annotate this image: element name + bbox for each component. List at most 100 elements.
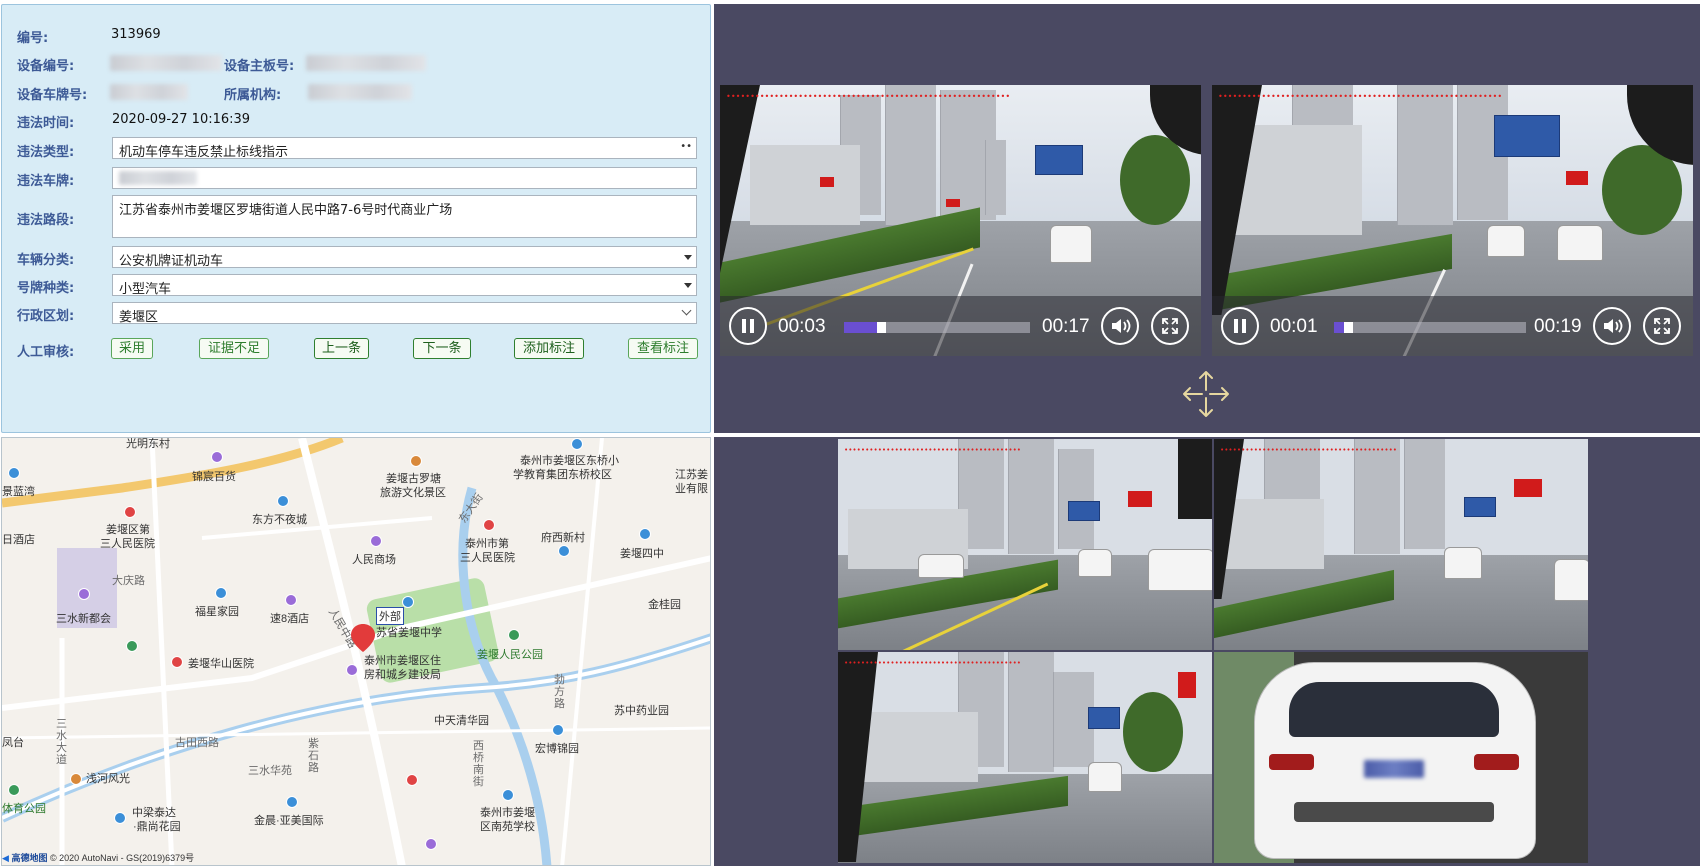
map-label: 凤台 bbox=[2, 737, 24, 749]
road bbox=[2, 726, 710, 740]
map-road-label: 大庆路 bbox=[112, 575, 145, 587]
evidence-photo-closeup[interactable] bbox=[1214, 652, 1588, 863]
type-select[interactable]: 机动车停车违反禁止标线指示 •• bbox=[112, 137, 697, 160]
add-mark-button[interactable]: 添加标注 bbox=[514, 338, 584, 359]
fullscreen-button[interactable] bbox=[1151, 307, 1189, 345]
white-car bbox=[1487, 225, 1525, 257]
amap-logo-text: 高德地图 bbox=[11, 853, 48, 863]
org-redacted bbox=[308, 84, 412, 100]
move-arrows-icon[interactable] bbox=[1178, 366, 1234, 422]
map-label: 金桂园 bbox=[648, 599, 681, 611]
map-road-label: 三水华苑 bbox=[248, 765, 292, 777]
poi-icon[interactable] bbox=[502, 789, 514, 801]
poi-icon[interactable] bbox=[171, 656, 183, 668]
poi-icon[interactable] bbox=[410, 455, 422, 467]
district-select[interactable]: 姜堰区 bbox=[112, 302, 697, 325]
map-label: ·鼎尚花园 bbox=[133, 821, 181, 833]
poi-icon[interactable] bbox=[639, 528, 651, 540]
plate-input[interactable] bbox=[112, 167, 697, 189]
duration: 00:17 bbox=[1042, 316, 1090, 337]
next-button[interactable]: 下一条 bbox=[413, 338, 471, 359]
flag bbox=[946, 199, 960, 207]
current-time: 00:03 bbox=[778, 316, 826, 337]
flag bbox=[1566, 171, 1588, 185]
map-label: 业有限 bbox=[675, 483, 708, 495]
chevron-down-icon bbox=[681, 305, 692, 316]
flag bbox=[1178, 672, 1196, 698]
a-pillar bbox=[1178, 439, 1212, 519]
white-car bbox=[1554, 559, 1588, 601]
type-select-value: 机动车停车违反禁止标线指示 bbox=[119, 145, 289, 160]
fullscreen-icon bbox=[1162, 318, 1178, 334]
rear-window bbox=[1289, 682, 1499, 737]
device-no-redacted bbox=[110, 55, 222, 71]
poi-icon[interactable] bbox=[286, 796, 298, 808]
prev-button[interactable]: 上一条 bbox=[314, 338, 369, 359]
map-label: 旅游文化景区 bbox=[380, 487, 446, 499]
poi-icon[interactable] bbox=[124, 506, 136, 518]
poi-icon[interactable] bbox=[402, 596, 414, 608]
view-mark-button[interactable]: 查看标注 bbox=[628, 338, 698, 359]
insufficient-evidence-button[interactable]: 证据不足 bbox=[199, 338, 269, 359]
poi-icon[interactable] bbox=[370, 535, 382, 547]
poi-icon[interactable] bbox=[508, 629, 520, 641]
poi-icon[interactable] bbox=[211, 451, 223, 463]
plate-type-label: 号牌种类: bbox=[17, 281, 75, 296]
poi-icon[interactable] bbox=[8, 784, 20, 796]
map-panel[interactable]: 光明东村 锦宸百货 姜堰古罗塘 旅游文化景区 泰州市姜堰区东桥小 学教育集团东桥… bbox=[1, 437, 711, 866]
evidence-photo-3[interactable]: ••••••••••••••••••••••••••••••••••••••••… bbox=[838, 652, 1212, 863]
poi-icon[interactable] bbox=[8, 467, 20, 479]
evidence-photo-2[interactable]: ••••••••••••••••••••••••••••••••••••••••… bbox=[1214, 439, 1588, 650]
volume-button[interactable] bbox=[1101, 307, 1139, 345]
poi-icon[interactable] bbox=[346, 664, 358, 676]
current-time: 00:01 bbox=[1270, 316, 1318, 337]
map-label: 福星家园 bbox=[195, 606, 239, 618]
map-pin-icon[interactable] bbox=[350, 623, 376, 653]
flag bbox=[820, 177, 834, 187]
poi-icon[interactable] bbox=[571, 438, 583, 450]
map-label: 苏省姜堰中学 bbox=[376, 627, 442, 639]
poi-icon[interactable] bbox=[114, 812, 126, 824]
poi-icon[interactable] bbox=[425, 838, 437, 850]
poi-icon[interactable] bbox=[277, 495, 289, 507]
plate-type-select[interactable]: 小型汽车 bbox=[112, 274, 697, 297]
video-overlay-text: ••••••••••••••••••••••••••••••••••••••••… bbox=[1218, 92, 1503, 101]
vehicle-class-label: 车辆分类: bbox=[17, 253, 75, 268]
vehicle-class-select[interactable]: 公安机牌证机动车 bbox=[112, 246, 697, 269]
volume-button[interactable] bbox=[1593, 307, 1631, 345]
pause-button[interactable] bbox=[1221, 307, 1259, 345]
progress-thumb[interactable] bbox=[876, 322, 886, 333]
poi-icon[interactable] bbox=[126, 640, 138, 652]
poi-icon[interactable] bbox=[285, 594, 297, 606]
poi-icon[interactable] bbox=[70, 773, 82, 785]
map-label: 日酒店 bbox=[2, 534, 35, 546]
progress-bar[interactable] bbox=[1334, 322, 1526, 333]
road-sign bbox=[1464, 497, 1496, 517]
map-popup-label[interactable]: 外部 bbox=[376, 607, 404, 625]
poi-icon[interactable] bbox=[406, 774, 418, 786]
road-sign bbox=[1068, 501, 1100, 521]
flag bbox=[1128, 491, 1152, 507]
map-label: 人民商场 bbox=[352, 554, 396, 566]
road-textarea[interactable]: 江苏省泰州市姜堰区罗塘街道人民中路7-6号时代商业广场 bbox=[112, 195, 697, 238]
video-controls: 00:03 00:17 bbox=[720, 296, 1201, 356]
photo-overlay-text: ••••••••••••••••••••••••••••••••••••••••… bbox=[1220, 446, 1398, 454]
progress-thumb[interactable] bbox=[1344, 322, 1354, 333]
poi-icon[interactable] bbox=[552, 724, 564, 736]
progress-bar[interactable] bbox=[844, 322, 1030, 333]
map-label: 宏博锦园 bbox=[535, 743, 579, 755]
fullscreen-button[interactable] bbox=[1643, 307, 1681, 345]
pause-button[interactable] bbox=[729, 307, 767, 345]
building bbox=[1354, 439, 1400, 554]
bumper bbox=[1294, 802, 1494, 822]
dots-icon: •• bbox=[680, 141, 692, 152]
video-player-2[interactable]: ••••••••••••••••••••••••••••••••••••••••… bbox=[1212, 85, 1693, 356]
poi-icon[interactable] bbox=[558, 545, 570, 557]
video-player-1[interactable]: ••••••••••••••••••••••••••••••••••••••••… bbox=[720, 85, 1201, 356]
adopt-button[interactable]: 采用 bbox=[111, 338, 153, 359]
evidence-photo-1[interactable]: ••••••••••••••••••••••••••••••••••••••••… bbox=[838, 439, 1212, 650]
map-label: 景蓝湾 bbox=[2, 486, 35, 498]
poi-icon[interactable] bbox=[78, 588, 90, 600]
poi-icon[interactable] bbox=[215, 587, 227, 599]
poi-icon[interactable] bbox=[483, 519, 495, 531]
